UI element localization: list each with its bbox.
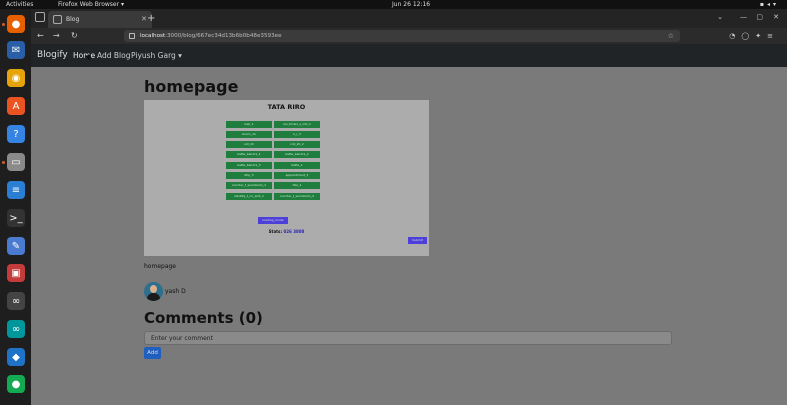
power-icon: ▾ [772, 1, 779, 8]
network-icon: ▪ [759, 1, 767, 8]
comment-input[interactable] [144, 331, 672, 345]
active-app-menu[interactable]: Firefox Web Browser ▾ [58, 0, 124, 9]
extensions-icon[interactable]: ✦ [755, 32, 767, 40]
page-title: homepage [144, 77, 239, 96]
author-name: yash D [165, 288, 186, 295]
tab-strip: Blog ✕ + ⌄ — ▢ ✕ [31, 9, 787, 28]
cover-grid-button: batte_bandra_3 [226, 162, 272, 169]
cover-grid-button: hbs_1 [274, 182, 320, 189]
cover-stat-label: Stats: [268, 229, 283, 234]
blog-page: homepage TATA RIRO loading_mode Stats: 0… [31, 67, 787, 405]
nav-link-user-menu[interactable]: Piyush Garg ▾ [131, 44, 182, 67]
cover-grid-button: coll_kh_2 [274, 141, 320, 148]
activities-button[interactable]: Activities [6, 0, 33, 9]
back-icon[interactable]: ← [37, 30, 44, 42]
tab-blog[interactable]: Blog ✕ [48, 11, 152, 28]
url-host: localhost [140, 33, 166, 39]
tab-title: Blog [66, 16, 80, 23]
dock-terminal-icon[interactable]: >_ [7, 209, 25, 227]
maximize-icon[interactable]: ▢ [756, 13, 763, 21]
dock-screenshot-icon[interactable]: ▣ [7, 264, 25, 282]
dock: ● ✉ ◉ A? ▭ ≡ >_ ✎ ▣ ∞ ∞ ◆ ● [0, 9, 31, 405]
avatar-body [147, 293, 160, 301]
url-path: :3000/blog/667ec34d13b6b0b48e3593ee [165, 33, 282, 39]
cover-grid-button: k_l_3 [274, 131, 320, 138]
close-window-icon[interactable]: ✕ [773, 13, 779, 21]
blog-cover-image: TATA RIRO loading_mode Stats: 026 3808 S… [144, 100, 429, 256]
cover-grid-button: batte_bandra_2 [274, 151, 320, 158]
dock-firefox-icon[interactable]: ● [7, 15, 25, 33]
dock-thunderbird-icon[interactable]: ✉ [7, 41, 25, 59]
dock-software-center-icon[interactable]: A [7, 97, 25, 115]
author-avatar [144, 282, 163, 301]
cover-corner-button: Submit [408, 237, 427, 244]
blog-body: homepage [144, 263, 176, 270]
new-tab-icon[interactable]: + [147, 11, 155, 26]
dock-text-editor-icon[interactable]: ✎ [7, 237, 25, 255]
forward-icon[interactable]: → [53, 30, 60, 42]
cover-heading: TATA RIRO [267, 103, 306, 111]
page-info-icon[interactable] [129, 33, 135, 39]
cover-grid-button: identity_t_co_amt_1 [226, 193, 272, 200]
system-tray[interactable]: ▪◂▾ [760, 0, 779, 9]
toolbar-icons: ◔◯✦≡ [729, 30, 779, 42]
dock-help-icon[interactable]: ? [7, 125, 25, 143]
avatar-head [150, 285, 157, 293]
nav-link-home[interactable]: Home [73, 44, 95, 67]
add-comment-button[interactable]: Add [144, 347, 161, 359]
url-bar[interactable]: localhost:3000/blog/667ec34d13b6b0b48e35… [124, 30, 680, 42]
running-indicator [2, 161, 5, 164]
cover-grid-button: boom_11 [226, 131, 272, 138]
dock-rhythmbox-icon[interactable]: ◉ [7, 69, 25, 87]
dock-libreoffice-writer-icon[interactable]: ≡ [7, 181, 25, 199]
site-navbar: Blogify Home Add Blog Piyush Garg ▾ [31, 44, 787, 67]
site-brand[interactable]: Blogify [37, 44, 68, 67]
bookmark-star-icon[interactable]: ☆ [668, 30, 674, 42]
minimize-icon[interactable]: — [740, 13, 747, 21]
tab-list-icon[interactable] [35, 12, 45, 22]
cover-stat-value: 026 3808 [283, 229, 305, 234]
dock-infinity-app-icon[interactable]: ∞ [7, 292, 25, 310]
reload-icon[interactable]: ↻ [71, 30, 78, 42]
cover-grid-button: coorder_t_sundaram_2 [274, 193, 320, 200]
cover-grid-button: batte_bandra_1 [226, 151, 272, 158]
cover-grid-button: bhp_3 [226, 172, 272, 179]
dock-arduino-icon[interactable]: ∞ [7, 320, 25, 338]
cover-grid-button: kiwi_1 [226, 121, 272, 128]
dock-mongodb-compass-icon[interactable]: ● [7, 375, 25, 393]
dock-files-icon[interactable]: ▭ [7, 153, 25, 171]
dock-vscode-icon[interactable]: ◆ [7, 348, 25, 366]
globe-icon [53, 15, 62, 24]
cover-stat: Stats: 026 3808 [144, 229, 429, 234]
tab-overflow-chevron-icon[interactable]: ⌄ [717, 13, 723, 21]
cover-grid-button: ms_tinder_s_mti_1 [274, 121, 320, 128]
cover-grid-button: appointment_3 [274, 172, 320, 179]
running-indicator [2, 23, 5, 26]
system-top-bar: Activities Firefox Web Browser ▾ Jun 26 … [0, 0, 787, 9]
menu-icon[interactable]: ≡ [767, 32, 779, 40]
cover-grid-button: coll_kh [226, 141, 272, 148]
pocket-icon[interactable]: ◔ [729, 32, 741, 40]
cover-grid-button: batte_1 [274, 162, 320, 169]
browser-navbar: ← → ↻ localhost:3000/blog/667ec34d13b6b0… [31, 28, 787, 44]
screen: Activities Firefox Web Browser ▾ Jun 26 … [0, 0, 787, 405]
cover-grid-button: coorder_t_sundaram_1 [226, 182, 272, 189]
cover-center-button: loading_mode [258, 217, 288, 224]
account-icon[interactable]: ◯ [741, 32, 755, 40]
clock[interactable]: Jun 26 12:16 [392, 0, 430, 9]
comments-heading: Comments (0) [144, 309, 263, 327]
nav-link-add-blog[interactable]: Add Blog [97, 44, 130, 67]
